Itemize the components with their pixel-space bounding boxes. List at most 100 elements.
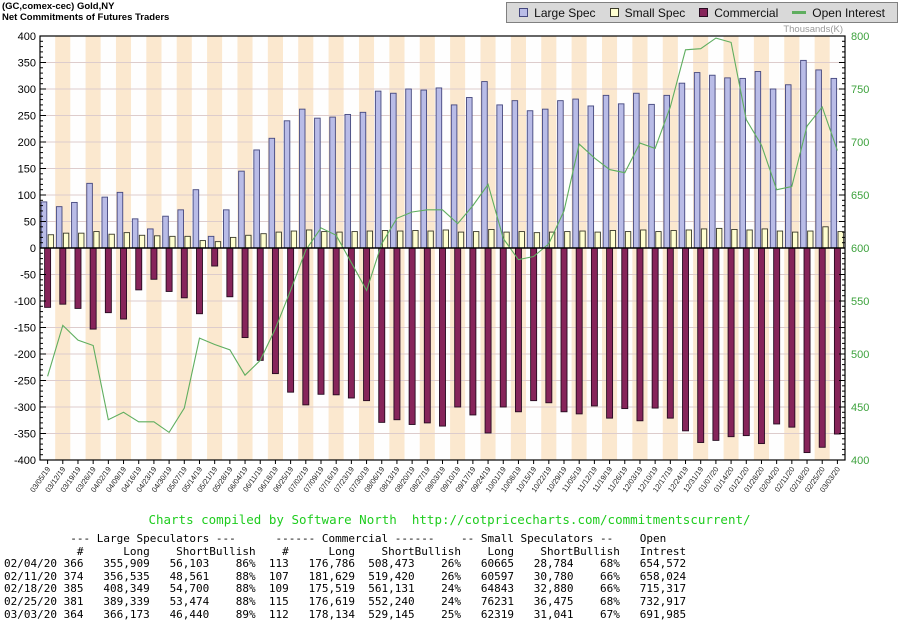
bar-small-spec (473, 232, 478, 248)
bar-large-spec (254, 150, 260, 248)
instrument-title: (GC,comex-cec) Gold,NY (2, 1, 114, 12)
bar-small-spec (717, 228, 722, 248)
bar-small-spec (519, 232, 524, 248)
svg-text:550: 550 (851, 296, 869, 308)
bar-large-spec (421, 90, 427, 248)
bar-small-spec (610, 231, 615, 248)
chart-subtitle: Net Commitments of Futures Traders (2, 12, 169, 23)
bar-small-spec (170, 236, 175, 248)
svg-text:250: 250 (18, 111, 36, 123)
svg-text:700: 700 (851, 137, 869, 149)
attribution-link[interactable]: http://cotpricecharts.com/commitmentscur… (412, 512, 751, 527)
svg-text:300: 300 (18, 84, 36, 96)
bar-commercial (75, 248, 81, 308)
bar-commercial (166, 248, 172, 291)
bar-commercial (607, 248, 613, 418)
bar-small-spec (838, 232, 843, 248)
cot-chart: 400350300250200150100500-50-100-150-200-… (0, 0, 899, 510)
legend-label: Open Interest (812, 6, 885, 20)
bar-small-spec (185, 236, 190, 248)
bar-large-spec (117, 192, 123, 248)
bar-small-spec (398, 231, 403, 248)
svg-text:800: 800 (851, 31, 869, 43)
bar-commercial (622, 248, 628, 409)
bar-commercial (333, 248, 339, 395)
svg-text:500: 500 (851, 349, 869, 361)
bar-commercial (789, 248, 795, 427)
bar-small-spec (367, 231, 372, 248)
bar-commercial (424, 248, 430, 423)
bar-small-spec (458, 232, 463, 248)
bar-commercial (394, 248, 400, 420)
svg-text:450: 450 (851, 402, 869, 414)
bar-commercial (576, 248, 582, 414)
legend-item-open-interest: Open Interest (792, 6, 885, 20)
svg-text:-400: -400 (14, 455, 36, 467)
bar-small-spec (352, 232, 357, 248)
bar-large-spec (178, 210, 184, 248)
bar-commercial (318, 248, 324, 394)
bar-large-spec (208, 236, 214, 248)
bar-small-spec (63, 233, 68, 248)
bar-large-spec (345, 114, 351, 248)
bar-large-spec (299, 109, 305, 248)
legend: Large SpecSmall SpecCommercialOpen Inter… (506, 2, 898, 23)
svg-text:100: 100 (18, 190, 36, 202)
bar-small-spec (124, 233, 129, 248)
bar-large-spec (710, 75, 716, 248)
bar-small-spec (641, 230, 646, 248)
bar-commercial (105, 248, 111, 313)
bar-commercial (485, 248, 491, 433)
bar-commercial (546, 248, 552, 403)
bar-small-spec (94, 232, 99, 248)
bar-commercial (196, 248, 202, 314)
bar-large-spec (618, 104, 624, 248)
bar-small-spec (155, 236, 160, 248)
bar-commercial (683, 248, 689, 431)
bar-commercial (212, 248, 218, 266)
bar-commercial (227, 248, 233, 297)
bar-commercial (272, 248, 278, 374)
bar-small-spec (762, 229, 767, 248)
bar-small-spec (732, 229, 737, 248)
bar-commercial (348, 248, 354, 398)
svg-text:-50: -50 (20, 270, 36, 282)
bar-small-spec (747, 230, 752, 248)
svg-text:750: 750 (851, 84, 869, 96)
bar-large-spec (512, 101, 518, 248)
table-row: 02/25/20 381 389,339 53,474 88% 115 176,… (4, 596, 686, 609)
legend-label: Commercial (714, 6, 778, 20)
bar-large-spec (269, 138, 275, 248)
bar-commercial (819, 248, 825, 447)
bar-small-spec (792, 232, 797, 248)
bar-large-spec (193, 190, 199, 248)
bar-small-spec (428, 231, 433, 248)
bar-small-spec (625, 232, 630, 248)
bar-small-spec (671, 231, 676, 248)
bar-small-spec (808, 231, 813, 248)
svg-text:-300: -300 (14, 402, 36, 414)
large-spec-swatch-icon (519, 8, 528, 17)
bar-small-spec (489, 229, 494, 248)
svg-text:-350: -350 (14, 429, 36, 441)
bar-small-spec (534, 233, 539, 248)
bar-commercial (303, 248, 309, 405)
bar-small-spec (656, 232, 661, 248)
right-axis-labels: 800750700650600550500450400 (851, 31, 869, 467)
attribution-text: Charts compiled by Software North (148, 512, 396, 527)
bar-large-spec (284, 121, 290, 248)
bar-small-spec (79, 233, 84, 248)
bar-large-spec (558, 101, 564, 248)
bar-large-spec (436, 88, 442, 248)
bar-small-spec (565, 232, 570, 248)
svg-text:400: 400 (18, 31, 36, 43)
bar-commercial (774, 248, 780, 424)
bar-large-spec (603, 95, 609, 248)
svg-text:-200: -200 (14, 349, 36, 361)
bar-large-spec (360, 112, 366, 248)
bar-small-spec (139, 235, 144, 248)
bar-large-spec (755, 72, 761, 248)
bar-commercial (591, 248, 597, 406)
bar-large-spec (816, 70, 822, 248)
bar-large-spec (573, 99, 579, 248)
